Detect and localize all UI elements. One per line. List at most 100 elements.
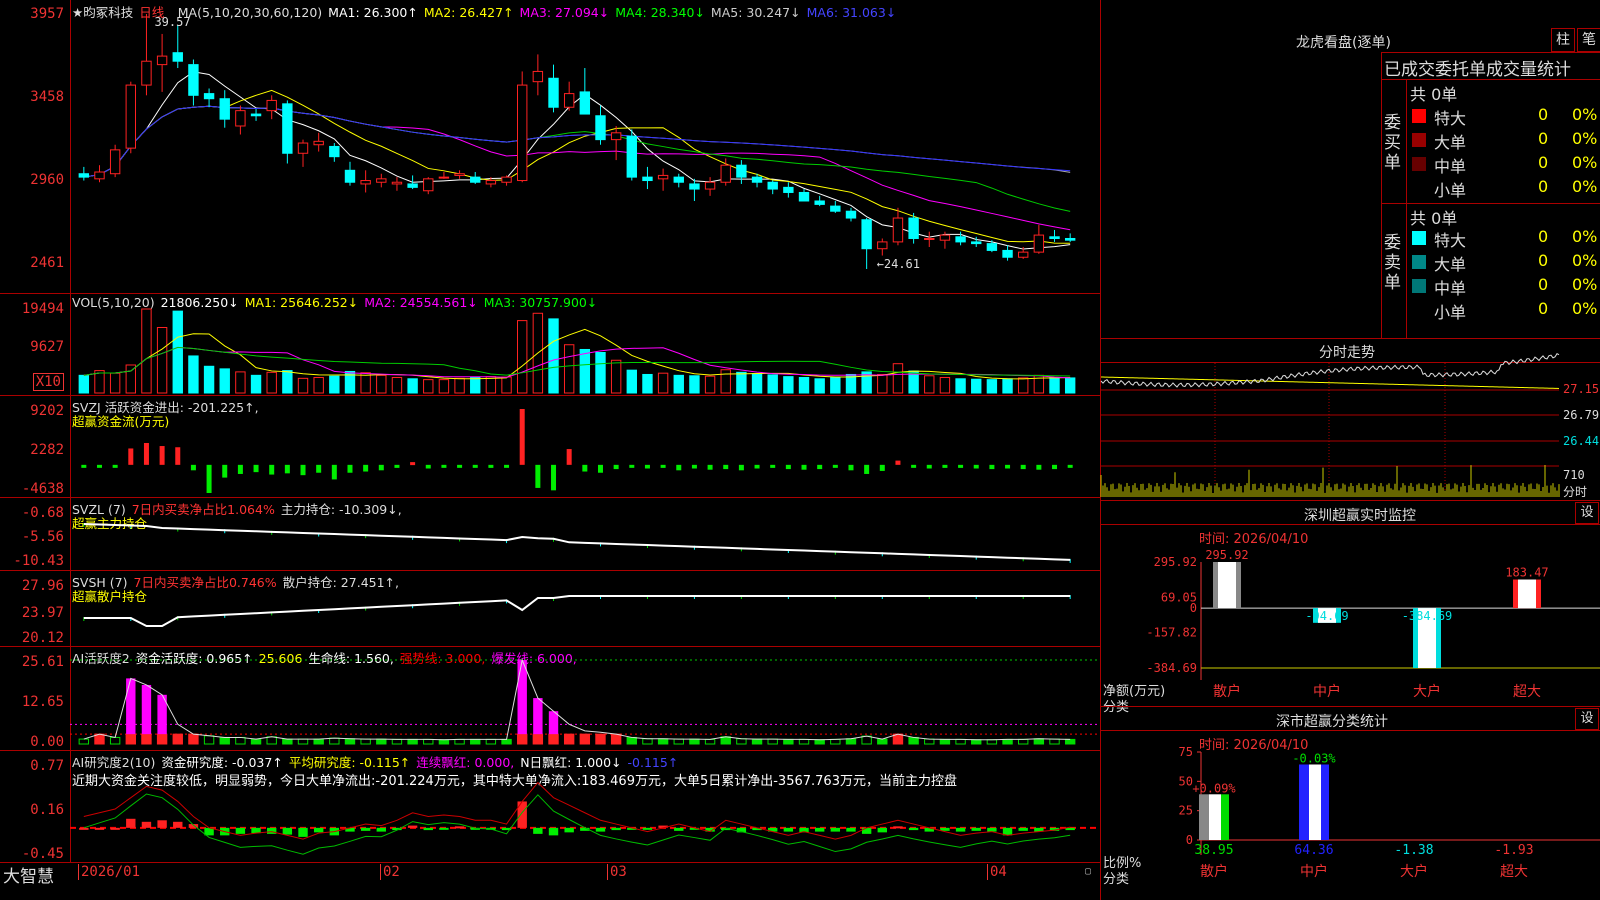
research-bar	[595, 827, 606, 832]
candle-body	[1002, 249, 1013, 258]
activity-bar	[125, 733, 136, 745]
flow-bar	[989, 464, 995, 470]
ai-active-pane[interactable]: 25.61 12.65 0.00 AI活跃度2 资金活跃度: 0.965↑ 25.6…	[0, 646, 1100, 751]
stats-title: 已成交委托单成交量统计	[1384, 60, 1571, 80]
flow-bar	[410, 462, 416, 466]
activity-bar	[297, 738, 309, 745]
candle-body	[219, 98, 230, 120]
research-bar	[987, 827, 997, 832]
candle-body	[297, 142, 309, 154]
legend-swatch	[1412, 231, 1426, 245]
flow-bar	[629, 464, 635, 468]
candle-body	[798, 191, 810, 202]
sz-classify-settings-button[interactable]: 设	[1575, 708, 1599, 730]
ai-research-pane[interactable]: 0.77 0.16 -0.45 AI研究度2(10) 资金研究度: -0.037↑…	[0, 750, 1100, 863]
candle-body	[125, 84, 136, 149]
flow-bar	[958, 464, 964, 468]
volume-bar	[1049, 376, 1060, 394]
sell-side-label: 委卖单	[1384, 233, 1401, 293]
order-row-val: 0	[1538, 275, 1549, 294]
x-tick: 2026/01	[78, 864, 140, 880]
ratio-bar-mid	[1309, 764, 1321, 840]
volume-bar	[1018, 377, 1029, 394]
bar-value-label: -384.69	[1402, 609, 1453, 623]
brand-logo[interactable]: 大智慧	[3, 862, 54, 887]
stroke-view-button[interactable]: 笔	[1577, 28, 1600, 52]
candle-body	[563, 93, 575, 108]
activity-bar	[532, 733, 544, 745]
flow-bar	[770, 464, 776, 468]
candle-body	[1064, 237, 1076, 241]
research-bar	[908, 827, 919, 831]
holding-line	[83, 523, 1071, 561]
activity-bar	[720, 736, 731, 745]
volume-bar	[376, 374, 387, 394]
kline-chart: 39.57 ←24.61	[78, 14, 1076, 271]
candle-body	[360, 180, 371, 185]
order-row-name: 大单	[1434, 133, 1467, 152]
flow-bar	[159, 446, 165, 465]
candle-body	[94, 171, 105, 180]
legend-swatch	[1412, 109, 1426, 123]
flow-bar	[441, 464, 447, 468]
volume-pane[interactable]: 19494 9627 X10 VOL(5,10,20) 21806.250↓ MA1…	[0, 293, 1100, 396]
activity-bar	[642, 738, 653, 745]
kline-pane[interactable]: 3957 3458 2960 2461 ★昀冢科技 日线 MA(5,10,20,3…	[0, 0, 1100, 294]
order-row-name: 小单	[1434, 303, 1467, 322]
burst-bar	[548, 711, 559, 735]
flow-bar	[1020, 464, 1026, 470]
flow-bar	[363, 464, 369, 472]
flow-bar	[96, 464, 102, 468]
flow-bar	[206, 464, 212, 493]
right-panel: 龙虎看盘(逐单) 柱 笔 已成交委托单成交量统计 委买单 共 0单 特大 0 0% 大…	[1100, 0, 1600, 900]
flow-bar	[81, 464, 87, 468]
y-tick: 0.00	[30, 734, 64, 750]
y-tick: 50	[1179, 774, 1193, 788]
flow-bar	[269, 464, 275, 475]
ma60-line	[83, 105, 1071, 178]
category-label: 中户	[1300, 863, 1328, 880]
order-row-pct: 0%	[1572, 251, 1598, 270]
volume-bar	[219, 368, 230, 394]
candle-body	[156, 55, 168, 66]
delta-label: -0.03%	[1292, 751, 1336, 765]
flow-bar	[394, 464, 400, 468]
y-tick: 23.97	[21, 605, 64, 621]
order-row-pct: 0%	[1572, 227, 1598, 246]
volume-bar	[141, 308, 152, 394]
bar-view-button[interactable]: 柱	[1551, 28, 1575, 52]
research-bar	[830, 827, 841, 832]
activity-bar	[329, 737, 340, 745]
y-tick: 25	[1179, 804, 1193, 818]
candle-body	[548, 77, 559, 108]
intraday-chart[interactable]	[1100, 353, 1560, 498]
volume-bar	[642, 373, 653, 394]
activity-bar	[219, 736, 230, 745]
svzl-pane[interactable]: -0.68 -5.56 -10.43 SVZL (7) 7日内买卖净占比1.064…	[0, 497, 1100, 571]
y-tick: 9202	[30, 403, 64, 419]
volume-bar	[877, 373, 888, 394]
svsh-pane[interactable]: 27.96 23.97 20.12 SVSH (7) 7日内买卖净占比0.746%…	[0, 570, 1100, 647]
research-bar	[439, 827, 449, 830]
activity-bar	[1002, 738, 1013, 745]
volume-bar	[736, 371, 747, 394]
burst-bar	[533, 698, 543, 735]
buy-total: 共 0单	[1410, 85, 1458, 104]
volume-bar	[407, 378, 418, 394]
research-bar	[110, 827, 120, 830]
svzj-chart	[81, 409, 1073, 493]
candle-body	[1033, 234, 1045, 253]
intraday-tick: 710	[1563, 468, 1585, 482]
activity-bar	[1018, 738, 1029, 745]
ratio-value-label: 64.36	[1294, 843, 1333, 858]
flow-bar	[347, 464, 353, 473]
lock-icon[interactable]: ▢	[1085, 866, 1091, 877]
svzj-pane[interactable]: 9202 2282 -4638 SVZJ 活跃资金进出: -201.225↑, …	[0, 395, 1100, 498]
flow-bar	[1005, 464, 1011, 469]
volume-bar	[830, 376, 841, 394]
x-tick: 03	[607, 864, 627, 880]
order-row-val: 0	[1538, 227, 1549, 246]
legend-swatch	[1412, 133, 1426, 147]
ratio-bar-left	[1199, 794, 1209, 840]
order-row-val: 0	[1538, 177, 1549, 196]
